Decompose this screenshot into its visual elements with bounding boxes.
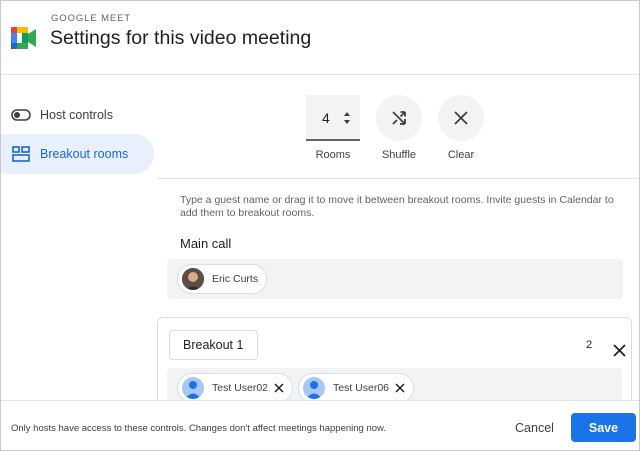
sidebar-item-breakout-rooms[interactable]: Breakout rooms [1,134,154,174]
settings-dialog: GOOGLE MEET Settings for this video meet… [0,0,640,451]
rooms-count-value: 4 [322,110,330,126]
google-meet-logo-icon [11,27,36,49]
page-title: Settings for this video meeting [50,27,312,49]
remove-room-close-icon[interactable] [609,340,629,360]
participant-name: Eric Curts [212,273,259,285]
toggle-icon [11,105,31,125]
remove-participant-close-icon[interactable] [394,382,406,394]
dialog-footer: Only hosts have access to these controls… [1,400,639,450]
avatar [303,377,325,399]
rooms-stepper[interactable]: 4 [306,95,360,141]
participant-chip[interactable]: Test User06 [298,373,414,403]
remove-participant-close-icon[interactable] [273,382,285,394]
main-call-heading: Main call [180,236,232,251]
clear-button[interactable] [438,95,484,141]
shuffle-icon [392,111,406,125]
footer-note: Only hosts have access to these controls… [11,423,387,434]
close-icon [454,111,468,125]
rooms-label: Rooms [315,149,351,161]
stepper-arrows-icon[interactable] [342,108,352,128]
breakout-rooms-icon [11,144,31,164]
shuffle-label: Shuffle [381,149,417,161]
app-brand: GOOGLE MEET [51,13,132,24]
cancel-button[interactable]: Cancel [506,414,563,442]
instructions-text: Type a guest name or drag it to move it … [180,194,614,219]
participant-chip[interactable]: Eric Curts [177,264,267,294]
clear-label: Clear [447,149,475,161]
participant-chip[interactable]: Test User02 [177,373,293,403]
avatar [182,377,204,399]
sidebar-item-label: Breakout rooms [40,147,129,161]
room-participant-count: 2 [586,339,593,351]
save-button[interactable]: Save [571,413,636,442]
sidebar-item-label: Host controls [40,108,113,122]
dialog-header: GOOGLE MEET Settings for this video meet… [1,1,639,75]
participant-name: Test User06 [333,382,390,394]
room-name-field[interactable]: Breakout 1 [169,330,258,360]
shuffle-button[interactable] [376,95,422,141]
sidebar-item-host-controls[interactable]: Host controls [1,95,154,135]
avatar [182,268,204,290]
participant-name: Test User02 [212,382,269,394]
divider [158,178,639,179]
